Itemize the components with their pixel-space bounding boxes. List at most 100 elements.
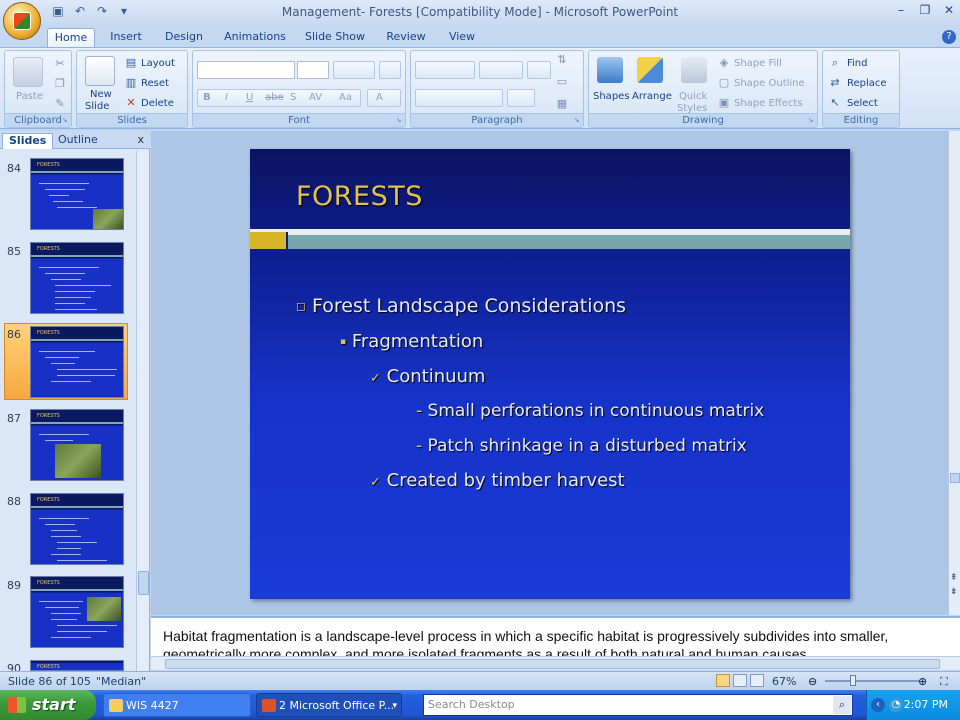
- shape-effects-button[interactable]: Shape Effects: [734, 98, 802, 109]
- slide-thumbnail[interactable]: FORESTS: [30, 493, 124, 565]
- new-slide-icon[interactable]: [85, 56, 115, 86]
- network-icon[interactable]: ◔: [889, 698, 903, 712]
- tab-insert[interactable]: Insert: [104, 28, 148, 48]
- editor-scrollbar[interactable]: ⇞ ⇟: [948, 131, 960, 615]
- slide-thumbnail[interactable]: FORESTS: [30, 660, 124, 671]
- shape-effects-icon[interactable]: ▣: [717, 96, 731, 110]
- office-button[interactable]: [3, 2, 41, 40]
- notes-text[interactable]: Habitat fragmentation is a landscape-lev…: [163, 627, 953, 656]
- font-size-combo[interactable]: [297, 61, 329, 79]
- delete-icon[interactable]: ✕: [124, 96, 138, 110]
- paste-icon[interactable]: [13, 57, 43, 87]
- zoom-out-icon[interactable]: ⊖: [808, 675, 817, 688]
- indent-buttons[interactable]: [479, 61, 523, 79]
- drawing-launcher-icon[interactable]: ↘: [806, 116, 815, 125]
- shadow-button[interactable]: S: [290, 92, 296, 103]
- slide-thumbnail-selected[interactable]: FORESTS: [30, 326, 124, 398]
- font-color-button[interactable]: A: [376, 92, 383, 103]
- tab-view[interactable]: View: [443, 28, 481, 48]
- reset-icon[interactable]: ▥: [124, 76, 138, 90]
- underline-button[interactable]: U: [246, 92, 253, 103]
- zoom-level[interactable]: 67%: [772, 675, 796, 688]
- bullet-level-4[interactable]: - Small perforations in continuous matri…: [416, 401, 764, 421]
- restore-button[interactable]: ❐: [918, 3, 932, 17]
- shapes-button[interactable]: Shapes: [593, 91, 630, 102]
- bold-button[interactable]: B: [203, 92, 211, 103]
- change-case-button[interactable]: Aa: [339, 92, 352, 103]
- tab-outline[interactable]: Outline: [52, 133, 104, 149]
- reset-button[interactable]: Reset: [141, 78, 169, 89]
- delete-button[interactable]: Delete: [141, 98, 174, 109]
- new-slide-label[interactable]: New: [90, 89, 112, 100]
- help-icon[interactable]: ?: [942, 30, 956, 44]
- tab-home[interactable]: Home: [47, 28, 95, 48]
- paragraph-launcher-icon[interactable]: ↘: [572, 116, 581, 125]
- taskbar-item-powerpoint[interactable]: 2 Microsoft Office P... ▾: [256, 693, 402, 717]
- previous-slide-icon[interactable]: ⇞: [950, 573, 958, 583]
- slides-pane-scrollbar[interactable]: [136, 151, 149, 671]
- italic-button[interactable]: I: [225, 92, 228, 103]
- bullet-level-3[interactable]: ✓ Created by timber harvest: [370, 470, 625, 491]
- replace-icon[interactable]: ⇄: [828, 76, 842, 90]
- close-button[interactable]: ✕: [942, 3, 956, 17]
- copy-icon[interactable]: ❐: [53, 77, 67, 91]
- bullet-level-3[interactable]: ✓ Continuum: [370, 366, 485, 387]
- slide-thumbnail[interactable]: FORESTS: [30, 409, 124, 481]
- columns-button[interactable]: [507, 89, 535, 107]
- tray-expand-icon[interactable]: ‹: [871, 698, 885, 712]
- list-buttons[interactable]: [415, 61, 475, 79]
- quick-styles-icon[interactable]: [681, 57, 707, 83]
- desktop-search-input[interactable]: Search Desktop ⌕: [423, 694, 853, 716]
- grow-shrink-font[interactable]: [333, 61, 375, 79]
- taskbar-item-folder[interactable]: WIS 4427: [103, 693, 251, 717]
- bullet-level-2[interactable]: ▪ Fragmentation: [340, 331, 483, 352]
- clock[interactable]: 2:07 PM: [904, 698, 948, 711]
- layout-button[interactable]: Layout: [141, 58, 175, 69]
- select-button[interactable]: Select: [847, 98, 878, 109]
- horizontal-scrollbar[interactable]: [151, 656, 960, 670]
- slide-show-icon[interactable]: [750, 674, 764, 687]
- bullet-level-4[interactable]: - Patch shrinkage in a disturbed matrix: [416, 436, 747, 456]
- zoom-slider[interactable]: [825, 680, 920, 682]
- strikethrough-button[interactable]: abe: [265, 92, 284, 103]
- fit-to-window-icon[interactable]: ⛶: [940, 675, 948, 689]
- replace-button[interactable]: Replace: [847, 78, 887, 89]
- tab-slides[interactable]: Slides: [2, 133, 54, 149]
- start-button[interactable]: start: [0, 690, 96, 720]
- select-icon[interactable]: ↖: [828, 96, 842, 110]
- zoom-in-icon[interactable]: ⊕: [918, 675, 927, 688]
- paste-label[interactable]: Paste: [16, 91, 43, 102]
- slide-canvas[interactable]: FORESTS ◻ Forest Landscape Consideration…: [250, 149, 850, 599]
- char-spacing-button[interactable]: AV: [309, 92, 322, 103]
- tab-animations[interactable]: Animations: [222, 28, 288, 48]
- tab-review[interactable]: Review: [382, 28, 430, 48]
- scroll-thumb[interactable]: [950, 473, 960, 483]
- shape-outline-icon[interactable]: ▢: [717, 76, 731, 90]
- arrange-button[interactable]: Arrange: [632, 91, 672, 102]
- layout-icon[interactable]: ▤: [124, 56, 138, 70]
- arrange-icon[interactable]: [637, 57, 663, 83]
- notes-pane[interactable]: Habitat fragmentation is a landscape-lev…: [151, 616, 960, 656]
- quick-styles-label[interactable]: Quick: [679, 91, 707, 102]
- font-name-combo[interactable]: [197, 61, 295, 79]
- shape-fill-button[interactable]: Shape Fill: [734, 58, 782, 69]
- slide-thumbnail[interactable]: FORESTS: [30, 158, 124, 230]
- search-icon[interactable]: ⌕: [833, 696, 851, 714]
- align-buttons[interactable]: [415, 89, 503, 107]
- zoom-slider-knob[interactable]: [850, 675, 856, 686]
- line-spacing-button[interactable]: [527, 61, 551, 79]
- slide-sorter-icon[interactable]: [733, 674, 747, 687]
- shape-fill-icon[interactable]: ◈: [717, 56, 731, 70]
- slide-thumbnail[interactable]: FORESTS: [30, 242, 124, 314]
- align-text-icon[interactable]: ▭: [555, 75, 569, 89]
- scroll-thumb[interactable]: [138, 571, 149, 595]
- slide-title[interactable]: FORESTS: [296, 181, 423, 212]
- slide-thumbnail[interactable]: FORESTS: [30, 576, 124, 648]
- find-button[interactable]: Find: [847, 58, 868, 69]
- tab-design[interactable]: Design: [160, 28, 208, 48]
- new-slide-label-2[interactable]: Slide: [85, 101, 109, 112]
- minimize-button[interactable]: –: [894, 3, 908, 17]
- font-launcher-icon[interactable]: ↘: [394, 116, 403, 125]
- format-painter-icon[interactable]: ✎: [53, 97, 67, 111]
- shape-outline-button[interactable]: Shape Outline: [734, 78, 805, 89]
